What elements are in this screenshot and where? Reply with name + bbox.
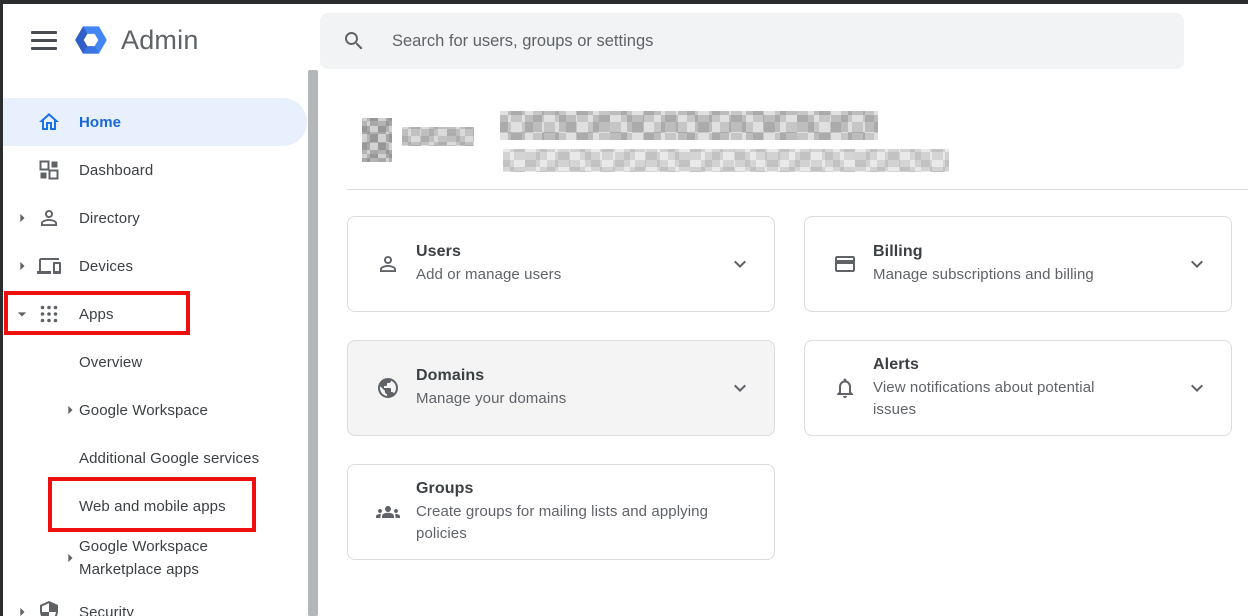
expand-right-icon[interactable]	[60, 548, 80, 568]
sidebar-item-additional-google-services[interactable]: Additional Google services	[3, 434, 307, 482]
users-card[interactable]: Users Add or manage users	[347, 216, 775, 312]
groups-icon	[376, 500, 400, 524]
sidebar-item-workspace-marketplace-apps[interactable]: Google Workspace Marketplace apps	[3, 530, 307, 586]
expand-right-icon[interactable]	[12, 208, 32, 228]
sidebar-item-apps-overview[interactable]: Overview	[3, 338, 307, 386]
person-icon	[376, 252, 400, 276]
quick-action-cards: Users Add or manage users Billing Manage…	[347, 216, 1232, 560]
sidebar-item-security[interactable]: Security	[3, 588, 307, 616]
globe-icon	[376, 376, 400, 400]
card-description: Add or manage users	[416, 264, 720, 286]
admin-console-screen: Admin Home Dashboard Dir	[0, 0, 1248, 616]
search-input[interactable]	[392, 32, 1168, 51]
sidebar-item-label: Security	[79, 588, 134, 616]
person-icon	[37, 206, 61, 230]
sidebar-item-apps[interactable]: Apps	[3, 290, 307, 338]
chevron-down-icon[interactable]	[1185, 376, 1209, 400]
card-description: Create groups for mailing lists and appl…	[416, 501, 750, 545]
window-top-edge	[0, 0, 1248, 4]
home-icon	[37, 110, 61, 134]
chevron-down-icon[interactable]	[1185, 252, 1209, 276]
admin-hexagon-logo-icon	[72, 21, 110, 59]
sidebar-item-home[interactable]: Home	[3, 98, 307, 146]
card-description: Manage your domains	[416, 388, 720, 410]
search-bar[interactable]	[320, 13, 1184, 69]
window-left-edge	[0, 0, 3, 616]
groups-card[interactable]: Groups Create groups for mailing lists a…	[347, 464, 775, 560]
domains-card[interactable]: Domains Manage your domains	[347, 340, 775, 436]
credit-card-icon	[833, 252, 857, 276]
expand-right-icon[interactable]	[12, 256, 32, 276]
sidebar-scrollbar[interactable]	[308, 70, 318, 616]
sidebar-item-label: Web and mobile apps	[79, 482, 226, 530]
sidebar-item-label: Directory	[79, 194, 140, 242]
sidebar-item-devices[interactable]: Devices	[3, 242, 307, 290]
security-shield-icon	[37, 600, 61, 616]
expand-down-icon[interactable]	[12, 304, 32, 324]
card-title: Users	[416, 243, 720, 261]
redacted-account-line-1	[500, 111, 878, 140]
sidebar-item-label: Devices	[79, 242, 133, 290]
sidebar-item-label: Dashboard	[79, 146, 153, 194]
chevron-down-icon[interactable]	[728, 376, 752, 400]
sidebar-item-dashboard[interactable]: Dashboard	[3, 146, 307, 194]
chevron-down-icon[interactable]	[728, 252, 752, 276]
sidebar-item-label: Additional Google services	[79, 434, 259, 482]
card-title: Billing	[873, 243, 1177, 261]
billing-card[interactable]: Billing Manage subscriptions and billing	[804, 216, 1232, 312]
dashboard-icon	[37, 158, 61, 182]
expand-right-icon[interactable]	[12, 602, 32, 616]
sidebar-item-label: Apps	[79, 290, 114, 338]
card-description: Manage subscriptions and billing	[873, 264, 1177, 286]
devices-icon	[37, 254, 61, 278]
redacted-account-label	[402, 127, 474, 146]
card-title: Domains	[416, 367, 720, 385]
sidebar-item-label: Google Workspace Marketplace apps	[79, 535, 247, 581]
redacted-account-line-2	[503, 149, 949, 172]
alerts-card[interactable]: Alerts View notifications about potentia…	[804, 340, 1232, 436]
search-icon	[342, 29, 366, 53]
sidebar-item-google-workspace[interactable]: Google Workspace	[3, 386, 307, 434]
bell-icon	[833, 376, 857, 400]
admin-logo[interactable]: Admin	[72, 21, 199, 59]
sidebar-item-label: Google Workspace	[79, 386, 208, 434]
hamburger-menu-icon[interactable]	[29, 27, 59, 55]
sidebar-item-label: Overview	[79, 338, 142, 386]
sidebar-item-web-and-mobile-apps[interactable]: Web and mobile apps	[3, 482, 307, 530]
sidebar-item-directory[interactable]: Directory	[3, 194, 307, 242]
card-title: Alerts	[873, 356, 1177, 374]
card-title: Groups	[416, 480, 752, 498]
sidebar-item-label: Home	[79, 98, 121, 146]
card-description: View notifications about potential issue…	[873, 377, 1125, 421]
app-title: Admin	[121, 25, 199, 56]
expand-right-icon[interactable]	[60, 400, 80, 420]
apps-grid-icon	[37, 302, 61, 326]
content-divider	[347, 189, 1248, 190]
redacted-account-avatar	[362, 118, 392, 162]
